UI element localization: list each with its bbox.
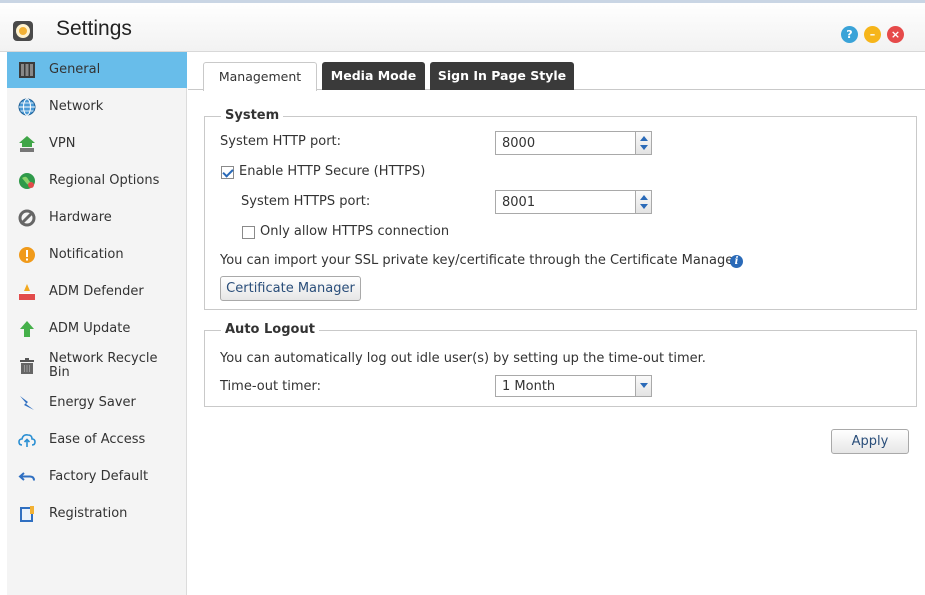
only-https-label: Only allow HTTPS connection [260,224,450,239]
cloud-upload-icon [18,434,36,447]
globe-icon [18,98,36,116]
sidebar-item-hardware[interactable]: Hardware [7,200,187,236]
timeout-timer-value: 1 Month [502,379,556,394]
settings-window: Settings ? – × General Network VPN Regio… [0,0,925,595]
sidebar-item-ease-of-access[interactable]: Ease of Access [7,422,187,458]
certificate-info-text: You can import your SSL private key/cert… [220,253,742,268]
info-icon[interactable]: i [730,255,743,268]
auto-logout-description: You can automatically log out idle user(… [220,351,706,366]
sidebar-item-regional-options[interactable]: Regional Options [7,163,187,199]
tab-management[interactable]: Management [203,62,317,91]
sidebar-item-notification[interactable]: Notification [7,237,187,273]
regional-icon [19,173,35,189]
sidebar-item-label: VPN [49,136,76,151]
enable-https-label: Enable HTTP Secure (HTTPS) [239,164,426,179]
https-port-label: System HTTPS port: [241,194,371,209]
apply-button[interactable]: Apply [831,429,909,454]
vpn-icon [19,136,35,152]
hardware-icon [18,209,36,227]
sidebar-item-label: Hardware [49,210,112,225]
sidebar-item-factory-default[interactable]: Factory Default [7,459,187,495]
window-title: Settings [56,17,132,40]
sidebar-item-label: General [49,62,101,77]
enable-https-checkbox[interactable] [221,166,234,179]
decrement-icon[interactable] [640,204,648,209]
notification-icon [19,247,35,263]
sidebar-item-label: Energy Saver [49,395,136,410]
sidebar-item-registration[interactable]: Registration [7,496,187,532]
sidebar-item-label: Network [49,99,104,114]
close-button[interactable]: × [887,26,904,43]
timeout-timer-label: Time-out timer: [220,379,322,394]
sidebar-item-network-recycle-bin[interactable]: Network Recycle Bin [7,348,187,384]
sidebar-item-vpn[interactable]: VPN [7,126,187,162]
undo-icon [18,472,35,481]
sidebar-item-label: Factory Default [49,469,149,484]
certificate-manager-button[interactable]: Certificate Manager [220,276,361,301]
dropdown-arrow[interactable] [635,376,651,396]
tab-sign-in-page-style[interactable]: Sign In Page Style [430,62,574,90]
sidebar-item-label: Ease of Access [49,432,146,447]
title-bar[interactable]: Settings ? – × [0,0,925,52]
sidebar-item-adm-update[interactable]: ADM Update [7,311,187,347]
registration-icon [20,506,34,522]
https-port-stepper[interactable]: 8001 [495,190,652,214]
sidebar-item-energy-saver[interactable]: Energy Saver [7,385,187,421]
sidebar-item-label: ADM Update [49,321,131,336]
energy-icon [20,396,34,410]
sidebar-item-network[interactable]: Network [7,89,187,125]
gear-icon [16,24,30,38]
trash-icon [20,358,34,374]
title-bar-accent [0,0,925,3]
sidebar-item-adm-defender[interactable]: ADM Defender [7,274,187,310]
system-legend: System [221,108,284,123]
decrement-icon[interactable] [640,145,648,150]
http-port-stepper[interactable]: 8000 [495,131,652,155]
sidebar-item-label: Registration [49,506,128,521]
sidebar: General Network VPN Regional Options Har… [7,52,187,595]
sidebar-item-label: Notification [49,247,124,262]
https-port-value: 8001 [502,195,536,210]
defender-icon [19,284,35,300]
chevron-down-icon[interactable] [640,383,648,388]
increment-icon[interactable] [640,136,648,141]
http-port-value: 8000 [502,136,536,151]
update-icon [20,321,34,337]
http-port-arrows[interactable] [635,132,651,154]
auto-logout-legend: Auto Logout [221,322,319,337]
timeout-timer-select[interactable]: 1 Month [495,375,652,397]
increment-icon[interactable] [640,195,648,200]
https-port-arrows[interactable] [635,191,651,213]
only-https-checkbox[interactable] [242,226,255,239]
settings-app-icon [13,21,33,41]
sidebar-item-general[interactable]: General [7,52,187,88]
tab-media-mode[interactable]: Media Mode [322,62,425,90]
general-icon [19,62,35,78]
help-button[interactable]: ? [841,26,858,43]
sidebar-item-label: Regional Options [49,173,160,188]
sidebar-item-label: Network Recycle Bin [49,351,158,380]
minimize-button[interactable]: – [864,26,881,43]
http-port-label: System HTTP port: [220,134,342,149]
sidebar-item-label: ADM Defender [49,284,144,299]
